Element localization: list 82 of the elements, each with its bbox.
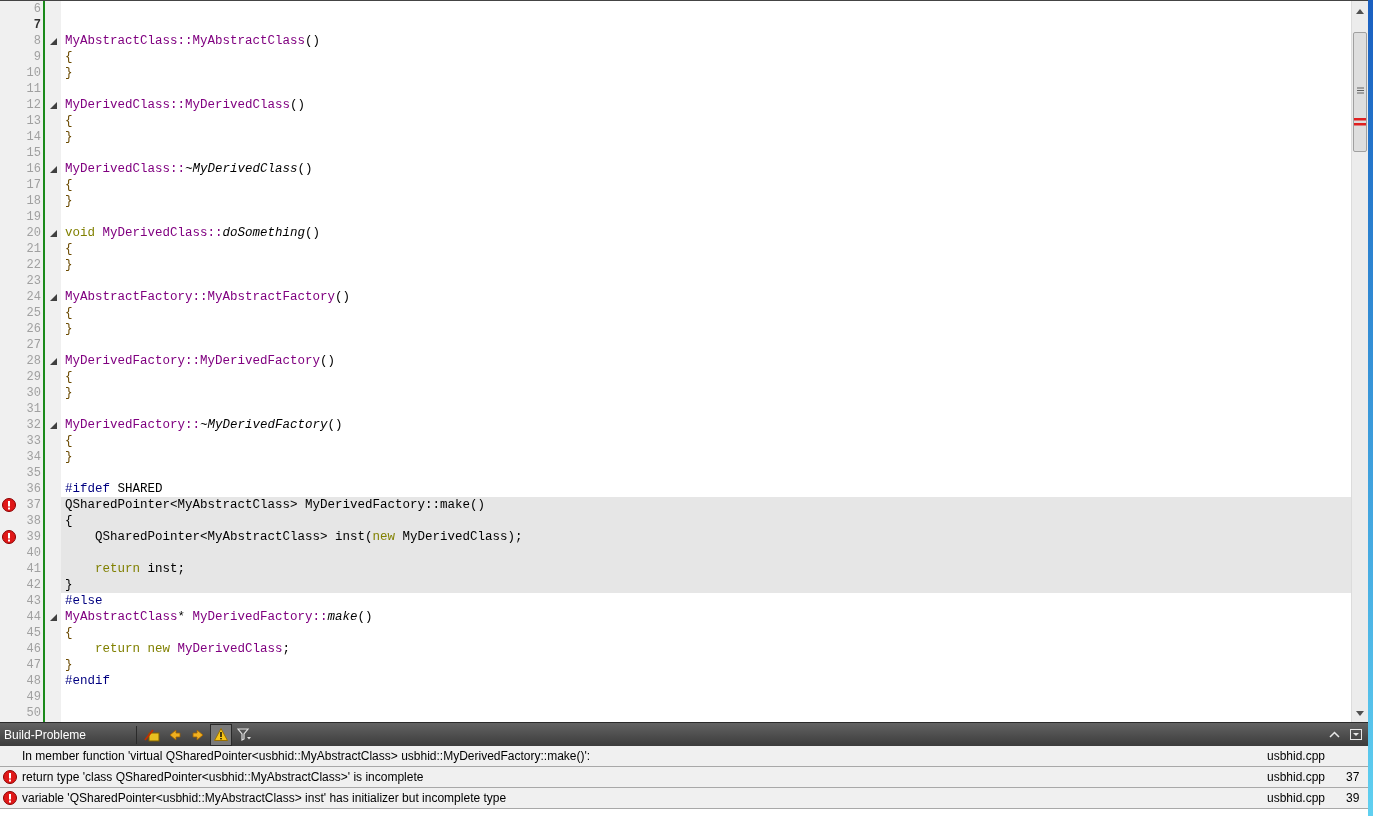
line-number: 30 (26, 385, 42, 402)
line-number: 25 (26, 305, 42, 322)
grip-icon (1356, 87, 1364, 94)
line-number: 34 (26, 449, 42, 466)
line-number: 38 (26, 513, 42, 530)
problem-row[interactable]: In member function 'virtual QSharedPointer<usbhid::MyAbstractClass> usbhid::MyDerivedFactory::make()': usbhid.cpp (0, 746, 1368, 767)
line-number: 10 (26, 65, 42, 82)
line-number: 20 (26, 225, 42, 242)
line-number: 24 (26, 289, 42, 306)
line-number: 47 (26, 657, 42, 674)
fold-marker-icon[interactable] (49, 229, 57, 237)
toolbar-button[interactable] (210, 723, 232, 746)
line-number: 8 (33, 33, 42, 50)
line-number: 29 (26, 369, 42, 386)
minimize-icon[interactable] (1350, 729, 1362, 740)
error-icon (2, 498, 16, 512)
error-markers (1354, 118, 1366, 126)
error-icon (3, 770, 17, 784)
line-number: 49 (26, 689, 42, 706)
line-number: 31 (26, 401, 42, 418)
line-number: 15 (26, 145, 42, 162)
line-number: 45 (26, 625, 42, 642)
problem-file: usbhid.cpp (1267, 769, 1327, 786)
problem-file: usbhid.cpp (1267, 748, 1327, 765)
line-number: 12 (26, 97, 42, 114)
line-number: 50 (26, 705, 42, 722)
line-number: 28 (26, 353, 42, 370)
fold-marker-icon[interactable] (49, 613, 57, 621)
line-number: 19 (26, 209, 42, 226)
line-number: 14 (26, 129, 42, 146)
line-number: 43 (26, 593, 42, 610)
line-number: 18 (26, 193, 42, 210)
problem-row[interactable]: return type 'class QSharedPointer<usbhid::MyAbstractClass>' is incomplete usbhid.cpp 37 (0, 767, 1368, 788)
line-number: 32 (26, 417, 42, 434)
line-number: 22 (26, 257, 42, 274)
line-number: 6 (33, 1, 42, 18)
fold-marker-icon[interactable] (49, 421, 57, 429)
scroll-thumb[interactable] (1353, 32, 1367, 152)
filter-icon (237, 728, 251, 741)
arrow-left-icon (169, 728, 181, 741)
vertical-scrollbar[interactable] (1351, 1, 1368, 722)
line-number: 17 (26, 177, 42, 194)
line-number: 13 (26, 113, 42, 130)
problem-message: return type 'class QSharedPointer<usbhid::MyAbstractClass>' is incomplete (21, 769, 425, 786)
line-number: 36 (26, 481, 42, 498)
fold-marker-icon[interactable] (49, 165, 57, 173)
line-number: 7 (33, 17, 42, 34)
line-number: 11 (26, 81, 42, 98)
line-number: 35 (26, 465, 42, 482)
line-number: 40 (26, 545, 42, 562)
warning-icon (214, 728, 228, 741)
panel-title: Build-Probleme (3, 726, 88, 744)
line-number: 21 (26, 241, 42, 258)
chevron-up-icon[interactable] (1329, 731, 1340, 738)
problem-message: variable 'QSharedPointer<usbhid::MyAbstractClass> inst' has initializer but incomplete type (21, 790, 508, 807)
line-number: 44 (26, 609, 42, 626)
problem-row[interactable]: variable 'QSharedPointer<usbhid::MyAbstractClass> inst' has initializer but incomplete type usbhid.cpp 39 (0, 788, 1368, 809)
error-icon (2, 530, 16, 544)
fold-marker-icon[interactable] (49, 101, 57, 109)
line-number: 23 (26, 273, 42, 290)
line-number: 33 (26, 433, 42, 450)
line-number: 42 (26, 577, 42, 594)
fold-marker-icon[interactable] (49, 37, 57, 45)
line-number: 9 (33, 49, 42, 66)
problem-message: In member function 'virtual QSharedPointer<usbhid::MyAbstractClass> usbhid::MyDerivedFactory::make()': (21, 748, 592, 765)
fold-marker-icon[interactable] (49, 293, 57, 301)
problem-line: 37 (1346, 769, 1361, 786)
fold-marker-icon[interactable] (49, 357, 57, 365)
line-number: 48 (26, 673, 42, 690)
arrow-right-icon (192, 728, 204, 741)
line-number: 27 (26, 337, 42, 354)
line-number: 26 (26, 321, 42, 338)
line-number: 16 (26, 161, 42, 178)
problem-file: usbhid.cpp (1267, 790, 1327, 807)
error-icon (3, 791, 17, 805)
scroll-down-icon[interactable] (1356, 711, 1364, 716)
line-number: 41 (26, 561, 42, 578)
line-number: 39 (26, 529, 42, 546)
line-number: 37 (26, 497, 42, 514)
scroll-up-icon[interactable] (1356, 9, 1364, 14)
line-number: 46 (26, 641, 42, 658)
problem-line: 39 (1346, 790, 1361, 807)
